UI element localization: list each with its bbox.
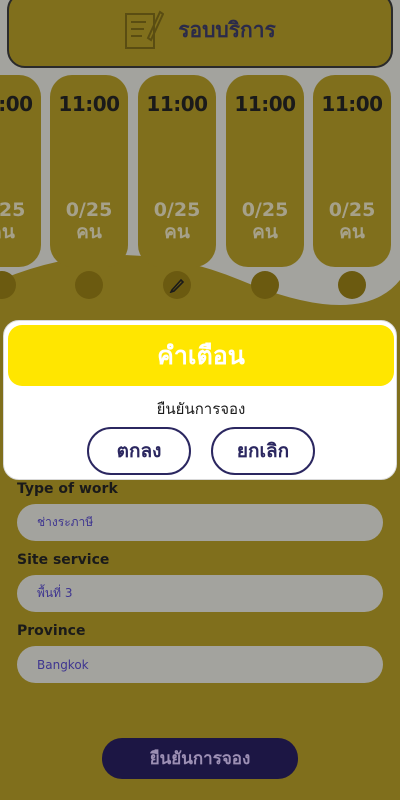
slot-time: 11:00 — [0, 92, 33, 116]
time-slot[interactable]: 11:00 0/25 คน — [50, 75, 128, 267]
slot-unit: คน — [76, 221, 102, 243]
slot-time: 11:00 — [321, 92, 383, 116]
slot-capacity: 0/25 — [0, 199, 26, 221]
warning-dialog: คำเตือน ยืนยันการจอง ตกลง ยกเลิก — [3, 320, 397, 480]
time-slot-list[interactable]: 11:00 0/25 คน 11:00 0/25 คน 11:00 0/25 ค… — [0, 75, 400, 315]
service-round-header: รอบบริการ — [7, 0, 393, 68]
pencil-icon — [169, 278, 185, 293]
province-field[interactable]: Bangkok — [17, 646, 383, 683]
time-slot[interactable]: 11:00 0/25 คน — [138, 75, 216, 267]
slot-unit: คน — [164, 221, 190, 243]
time-slot[interactable]: 11:00 0/25 คน — [226, 75, 304, 267]
slot-time: 11:00 — [146, 92, 208, 116]
site-service-field[interactable]: พื้นที่ 3 — [17, 575, 383, 612]
slot-unit: คน — [252, 221, 278, 243]
slot-time: 11:00 — [234, 92, 296, 116]
slot-select-dot[interactable] — [75, 271, 103, 299]
page-title: รอบบริการ — [178, 17, 276, 42]
slot-time: 11:00 — [58, 92, 120, 116]
site-service-label: Site service — [17, 552, 110, 568]
slot-select-dot[interactable] — [0, 271, 16, 299]
slot-capacity: 0/25 — [328, 199, 376, 221]
slot-select-dot[interactable] — [251, 271, 279, 299]
type-of-work-label: Type of work — [17, 481, 118, 497]
slot-capacity: 0/25 — [241, 199, 289, 221]
slot-capacity: 0/25 — [65, 199, 113, 221]
dialog-message: ยืนยันการจอง — [156, 400, 246, 418]
slot-select-dot-selected[interactable] — [163, 271, 191, 299]
slot-select-dot[interactable] — [338, 271, 366, 299]
time-slot[interactable]: 11:00 0/25 คน — [0, 75, 41, 267]
slot-unit: คน — [0, 221, 15, 243]
ok-button[interactable]: ตกลง — [87, 427, 191, 475]
dialog-title: คำเตือน — [8, 325, 394, 386]
province-label: Province — [17, 623, 86, 639]
time-slot[interactable]: 11:00 0/25 คน — [313, 75, 391, 267]
type-of-work-field[interactable]: ช่างระภาษี — [17, 504, 383, 541]
edit-document-icon — [125, 10, 165, 49]
cancel-button[interactable]: ยกเลิก — [211, 427, 315, 475]
confirm-booking-button[interactable]: ยืนยันการจอง — [102, 738, 298, 779]
slot-unit: คน — [339, 221, 365, 243]
slot-capacity: 0/25 — [153, 199, 201, 221]
